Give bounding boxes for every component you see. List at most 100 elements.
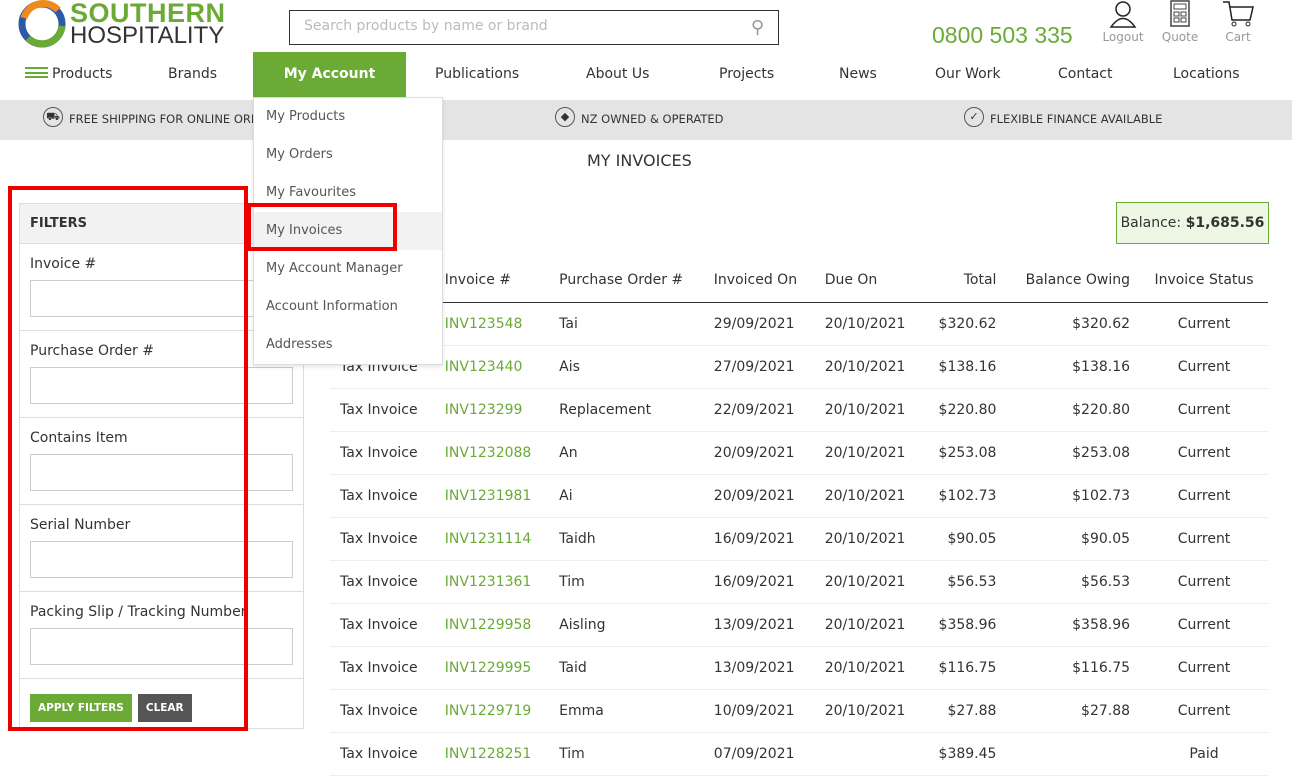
phone-number[interactable]: 0800 503 335 <box>932 22 1073 49</box>
invoice-link[interactable]: INV1228251 <box>434 732 550 776</box>
filter-input[interactable] <box>30 628 293 665</box>
cart-label: Cart <box>1225 30 1251 44</box>
filter-input[interactable] <box>30 541 293 578</box>
table-cell <box>1006 732 1141 776</box>
invoice-link[interactable]: INV1229995 <box>434 646 550 690</box>
table-row: Tax Invoice INV1231114 Taidh 16/09/2021 20/1… <box>330 517 1268 561</box>
search-placeholder: Search products by name or brand <box>304 18 548 34</box>
table-cell: $220.80 <box>922 388 1007 432</box>
apply-filters-button[interactable]: APPLY FILTERS <box>30 694 132 722</box>
nav-contact[interactable]: Contact <box>1058 66 1112 82</box>
nav-locations[interactable]: Locations <box>1173 66 1240 82</box>
quote-button[interactable]: Quote <box>1155 0 1205 44</box>
table-cell: Tax Invoice <box>330 560 435 604</box>
nav-products[interactable]: Products <box>25 66 112 82</box>
nav-brands[interactable]: Brands <box>168 66 217 82</box>
logo[interactable] <box>18 0 70 48</box>
clear-button[interactable]: CLEAR <box>137 694 192 722</box>
filter-label: Packing Slip / Tracking Number <box>30 604 247 620</box>
nav-publications[interactable]: Publications <box>435 66 519 82</box>
invoices-table: Invoice # Purchase Order # Invoiced On Due … <box>330 259 1268 776</box>
logout-button[interactable]: Logout <box>1098 0 1148 44</box>
table-cell: Taid <box>549 646 704 690</box>
brand-line2: HOSPITALITY <box>70 22 225 49</box>
table-row: Tax Invoice INV1229958 Aisling 13/09/2021 20… <box>330 603 1268 647</box>
dropdown-item[interactable]: My Products <box>254 98 442 136</box>
column-header[interactable]: Invoice # <box>434 259 550 303</box>
filter-input[interactable] <box>30 367 293 404</box>
table-cell: 20/10/2021 <box>814 646 923 690</box>
filter-label: Purchase Order # <box>30 343 154 359</box>
column-header[interactable]: Due On <box>814 259 923 303</box>
table-cell: Tai <box>549 302 704 346</box>
table-row: Tax Invoice INV1231361 Tim 16/09/2021 20/10/… <box>330 560 1268 604</box>
invoice-link[interactable]: INV1231114 <box>434 517 550 561</box>
table-cell: 13/09/2021 <box>703 646 815 690</box>
column-header[interactable]: Invoiced On <box>703 259 815 303</box>
table-cell: Current <box>1140 431 1268 475</box>
table-cell: 20/10/2021 <box>814 431 923 475</box>
table-cell: Ais <box>549 345 704 389</box>
invoice-link[interactable]: INV123440 <box>434 345 550 389</box>
invoice-link[interactable]: INV1232088 <box>434 431 550 475</box>
dropdown-item[interactable]: Addresses <box>254 326 442 364</box>
balance-badge: Balance: $1,685.56 <box>1116 202 1269 244</box>
menu-icon <box>25 67 48 78</box>
table-cell: $27.88 <box>922 689 1007 733</box>
table-cell: Tax Invoice <box>330 431 435 475</box>
page-title: MY INVOICES <box>587 151 692 170</box>
table-cell: $253.08 <box>1006 431 1141 475</box>
table-cell: Tim <box>549 560 704 604</box>
table-cell: $358.96 <box>922 603 1007 647</box>
table-cell: Paid <box>1140 732 1268 776</box>
table-cell: 27/09/2021 <box>703 345 815 389</box>
filter-group: Packing Slip / Tracking Number <box>20 592 303 679</box>
dropdown-item[interactable]: My Favourites <box>254 174 442 212</box>
nav-our-work[interactable]: Our Work <box>935 66 1001 82</box>
dropdown-item[interactable]: My Invoices <box>254 212 442 250</box>
table-cell: 20/10/2021 <box>814 689 923 733</box>
invoice-link[interactable]: INV123299 <box>434 388 550 432</box>
my-account-dropdown: My Products My Orders My Favourites My Invo… <box>253 97 443 365</box>
search-input[interactable]: Search products by name or brand ⚲ <box>289 10 779 45</box>
table-cell: Taidh <box>549 517 704 561</box>
table-cell: Ai <box>549 474 704 518</box>
table-cell: Current <box>1140 646 1268 690</box>
table-cell: Tax Invoice <box>330 732 435 776</box>
nav-my-account[interactable]: My Account <box>253 52 406 98</box>
table-cell: $389.45 <box>922 732 1007 776</box>
table-cell: Current <box>1140 689 1268 733</box>
table-cell: $116.75 <box>922 646 1007 690</box>
invoice-link[interactable]: INV1229719 <box>434 689 550 733</box>
column-header[interactable]: Total <box>922 259 1007 303</box>
invoice-link[interactable]: INV1231361 <box>434 560 550 604</box>
cart-button[interactable]: Cart <box>1213 0 1263 44</box>
filter-group: Serial Number <box>20 505 303 592</box>
table-cell: $102.73 <box>922 474 1007 518</box>
column-header[interactable]: Invoice Status <box>1140 259 1268 303</box>
invoice-link[interactable]: INV123548 <box>434 302 550 346</box>
nav-about-us[interactable]: About Us <box>586 66 649 82</box>
nav-news[interactable]: News <box>839 66 877 82</box>
dropdown-item[interactable]: My Orders <box>254 136 442 174</box>
table-cell: Current <box>1140 302 1268 346</box>
invoice-link[interactable]: INV1231981 <box>434 474 550 518</box>
column-header[interactable]: Purchase Order # <box>549 259 704 303</box>
dropdown-item[interactable]: Account Information <box>254 288 442 326</box>
table-row: Tax Invoice INV1231981 Ai 20/09/2021 20/10/2… <box>330 474 1268 518</box>
table-cell: 20/10/2021 <box>814 517 923 561</box>
invoice-link[interactable]: INV1229958 <box>434 603 550 647</box>
search-icon[interactable]: ⚲ <box>751 17 764 38</box>
filter-label: Contains Item <box>30 430 128 446</box>
balance-label: Balance: <box>1120 215 1182 231</box>
table-cell: $320.62 <box>1006 302 1141 346</box>
table-cell: 20/10/2021 <box>814 603 923 647</box>
dropdown-item[interactable]: My Account Manager <box>254 250 442 288</box>
main-nav: Products Brands My Account Publications … <box>0 52 1292 98</box>
table-cell: 20/10/2021 <box>814 474 923 518</box>
column-header[interactable]: Balance Owing <box>1006 259 1141 303</box>
table-cell: Tim <box>549 732 704 776</box>
nav-projects[interactable]: Projects <box>719 66 774 82</box>
filter-label: Invoice # <box>30 256 97 272</box>
filter-input[interactable] <box>30 454 293 491</box>
